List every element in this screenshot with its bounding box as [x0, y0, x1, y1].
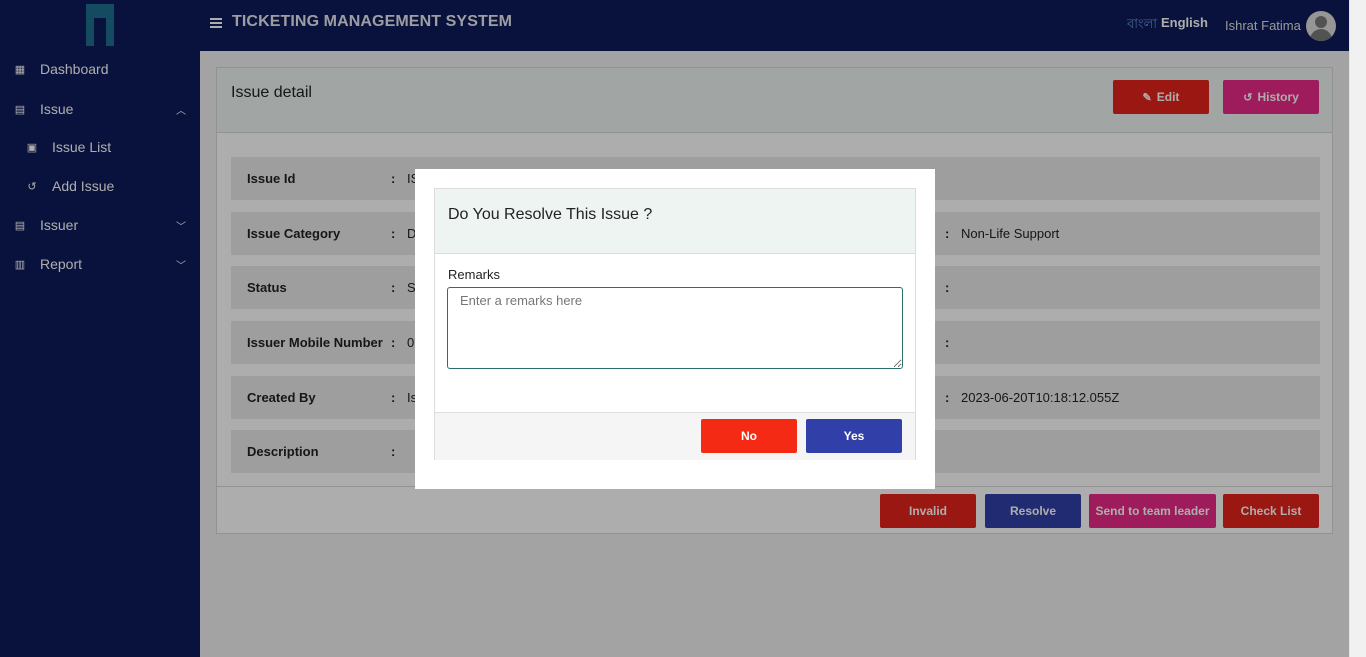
dialog-footer: No Yes: [435, 412, 915, 460]
dialog-title: Do You Resolve This Issue ?: [448, 206, 653, 223]
dialog-header: Do You Resolve This Issue ?: [435, 189, 915, 254]
remarks-label: Remarks: [448, 267, 501, 282]
resolve-issue-dialog: Do You Resolve This Issue ? Remarks No Y…: [415, 169, 935, 489]
remarks-textarea[interactable]: [447, 287, 903, 369]
dialog-content: Do You Resolve This Issue ? Remarks No Y…: [434, 188, 916, 460]
no-button[interactable]: No: [701, 419, 797, 453]
yes-button[interactable]: Yes: [806, 419, 902, 453]
page-scrollbar[interactable]: [1349, 0, 1366, 657]
